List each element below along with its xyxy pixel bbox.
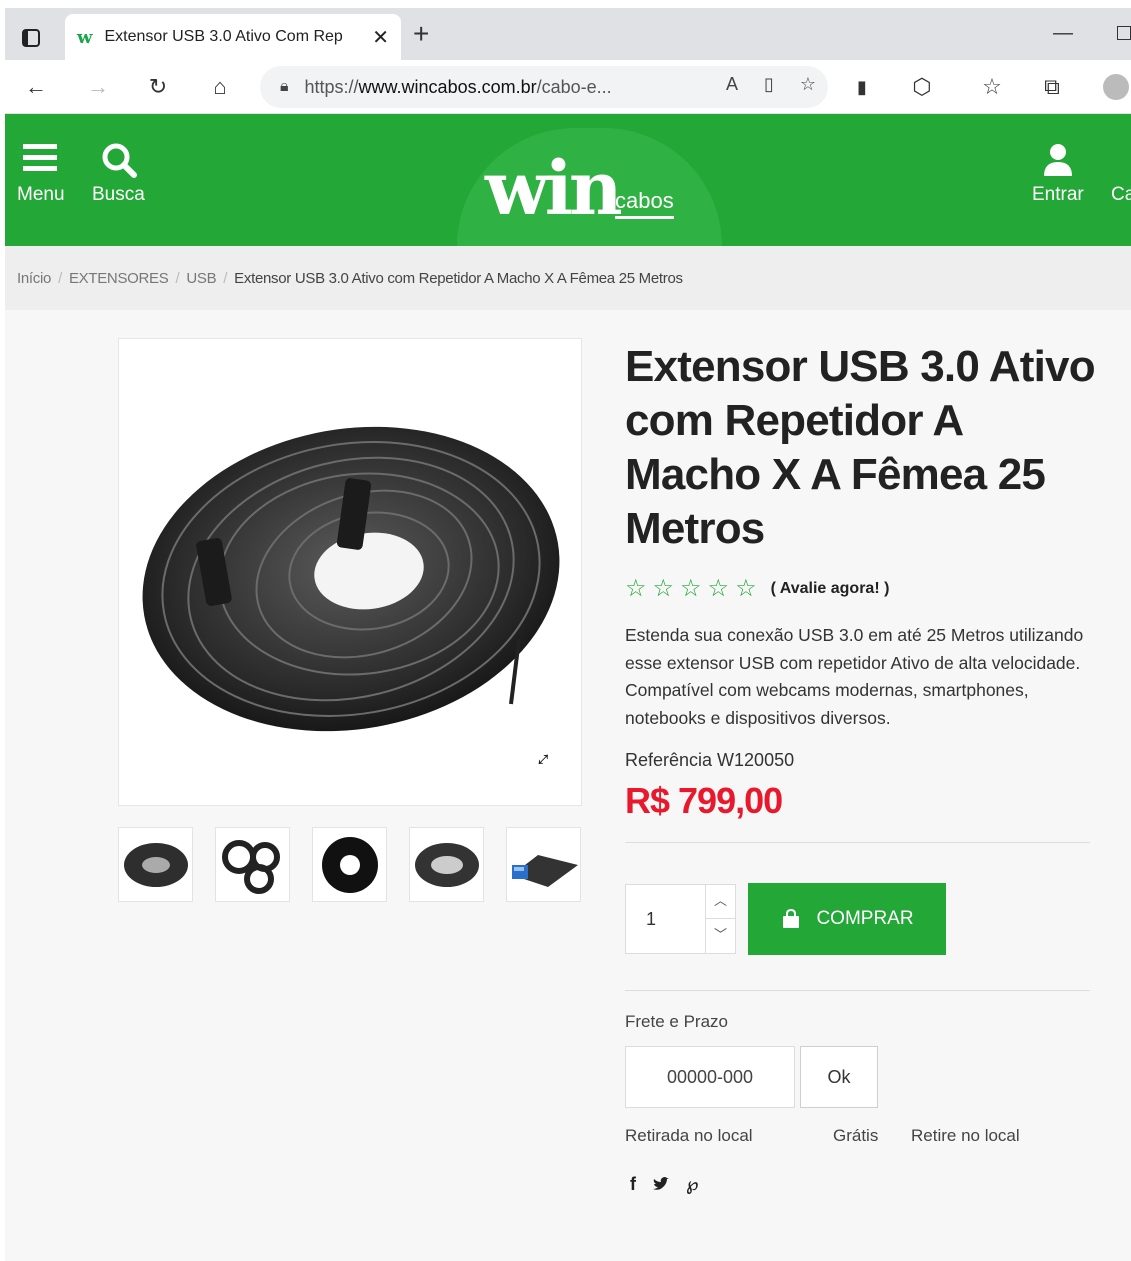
social-share: f ℘ <box>630 1174 699 1195</box>
profile-avatar[interactable] <box>1099 70 1131 104</box>
url-text: https://www.wincabos.com.br/cabo-e... <box>304 76 612 97</box>
product-thumbnail[interactable] <box>506 827 581 902</box>
browser-toolbar: ← → ↻ ⌂ 🔒︎ https://www.wincabos.com.br/c… <box>5 60 1131 114</box>
lock-icon: 🔒︎ <box>280 78 289 95</box>
hamburger-icon <box>17 140 65 184</box>
rate-now-link[interactable]: ( Avalie agora! ) <box>771 580 890 598</box>
quantity-value[interactable]: 1 <box>646 909 656 930</box>
breadcrumb-current: Extensor USB 3.0 Ativo com Repetidor A M… <box>234 270 683 287</box>
breadcrumb-item[interactable]: Início <box>17 270 51 287</box>
buy-label: COMPRAR <box>816 908 914 929</box>
cart-button[interactable]: Ca <box>1111 140 1131 206</box>
address-bar[interactable]: 🔒︎ https://www.wincabos.com.br/cabo-e...… <box>260 66 828 108</box>
product-price: R$ 799,00 <box>625 780 783 821</box>
search-icon <box>92 140 145 184</box>
tab-title: Extensor USB 3.0 Ativo Com Rep <box>104 28 343 45</box>
collections-icon[interactable]: ⧉ <box>1035 70 1069 104</box>
login-label: Entrar <box>1032 184 1084 205</box>
reload-icon[interactable]: ↻ <box>141 70 175 104</box>
menu-label: Menu <box>17 184 65 205</box>
site-logo[interactable]: win cabos <box>457 128 722 246</box>
favorites-icon[interactable]: ☆ <box>975 70 1009 104</box>
extension-icon[interactable]: ▮ <box>845 70 879 104</box>
window-minimize-icon[interactable]: — <box>1053 22 1073 45</box>
tab-actions-button[interactable] <box>11 18 51 58</box>
divider <box>625 842 1090 843</box>
add-favorite-icon[interactable]: ☆ <box>800 74 816 95</box>
site-header: Menu Busca win cabos Entrar Ca <box>5 114 1131 246</box>
breadcrumb-item[interactable]: EXTENSORES <box>69 270 169 287</box>
logo-sub-text: cabos <box>615 188 674 219</box>
star-icon[interactable]: ☆ <box>735 574 757 603</box>
favicon-icon: w <box>77 26 93 48</box>
extensions-icon[interactable]: ⬡ <box>905 70 939 104</box>
breadcrumb-item[interactable]: USB <box>186 270 216 287</box>
forward-icon[interactable]: → <box>81 70 115 104</box>
shipping-option-name: Retirada no local <box>625 1126 753 1145</box>
star-icon[interactable]: ☆ <box>653 574 675 603</box>
shipping-ok-button[interactable]: Ok <box>800 1046 878 1108</box>
cep-input[interactable]: 00000-000 <box>625 1046 795 1108</box>
shipping-label: Frete e Prazo <box>625 1012 728 1031</box>
star-icon[interactable]: ☆ <box>708 574 730 603</box>
browser-tab-bar: w Extensor USB 3.0 Ativo Com Rep ✕ + — <box>5 8 1131 60</box>
window-maximize-icon[interactable] <box>1117 26 1131 40</box>
product-thumbnail[interactable] <box>118 827 193 902</box>
product-main-image[interactable] <box>118 338 582 806</box>
chevron-up-icon[interactable]: ︿ <box>706 885 735 919</box>
back-icon[interactable]: ← <box>19 70 53 104</box>
home-icon[interactable]: ⌂ <box>203 70 237 104</box>
shipping-option-price: Grátis <box>833 1126 879 1145</box>
cart-label: Ca <box>1111 184 1131 205</box>
cable-coil-image <box>142 426 560 732</box>
twitter-icon[interactable] <box>652 1176 670 1194</box>
menu-button[interactable]: Menu <box>17 140 65 206</box>
divider <box>625 990 1090 991</box>
login-button[interactable]: Entrar <box>1032 140 1084 206</box>
product-title: Extensor USB 3.0 Ativo com Repetidor A M… <box>625 342 1096 553</box>
search-button[interactable]: Busca <box>92 140 145 206</box>
tab-actions-icon <box>22 29 40 47</box>
product-thumbnail[interactable] <box>215 827 290 902</box>
user-icon <box>1032 140 1084 184</box>
facebook-icon[interactable]: f <box>630 1174 636 1195</box>
product-reference: Referência W120050 <box>625 750 795 770</box>
chevron-down-icon[interactable]: ﹀ <box>706 919 735 953</box>
read-aloud-icon[interactable]: A <box>726 74 738 95</box>
tab-close-icon[interactable]: ✕ <box>372 25 389 50</box>
logo-main-text: win <box>485 146 623 232</box>
pinterest-icon[interactable]: ℘ <box>686 1174 699 1195</box>
product-thumbnail[interactable] <box>409 827 484 902</box>
quantity-stepper[interactable]: 1 ︿ ﹀ <box>625 884 736 954</box>
product-rating: ☆ ☆ ☆ ☆ ☆ ( Avalie agora! ) <box>625 574 889 603</box>
product-thumbnails <box>118 827 581 902</box>
shipping-option-desc: Retire no local <box>911 1126 1020 1145</box>
new-tab-icon[interactable]: + <box>413 20 429 48</box>
product-description: Estenda sua conexão USB 3.0 em até 25 Me… <box>625 625 1084 728</box>
star-icon[interactable]: ☆ <box>680 574 702 603</box>
shopping-bag-icon <box>783 908 800 928</box>
product-thumbnail[interactable] <box>312 827 387 902</box>
breadcrumb: Início / EXTENSORES / USB / Extensor USB 3.0 A… <box>5 246 1131 310</box>
search-label: Busca <box>92 184 145 205</box>
buy-button[interactable]: COMPRAR <box>748 883 946 955</box>
browser-tab-active[interactable]: w Extensor USB 3.0 Ativo Com Rep ✕ <box>65 14 401 60</box>
star-icon[interactable]: ☆ <box>625 574 647 603</box>
immersive-reader-icon[interactable]: ▯ <box>764 74 774 95</box>
